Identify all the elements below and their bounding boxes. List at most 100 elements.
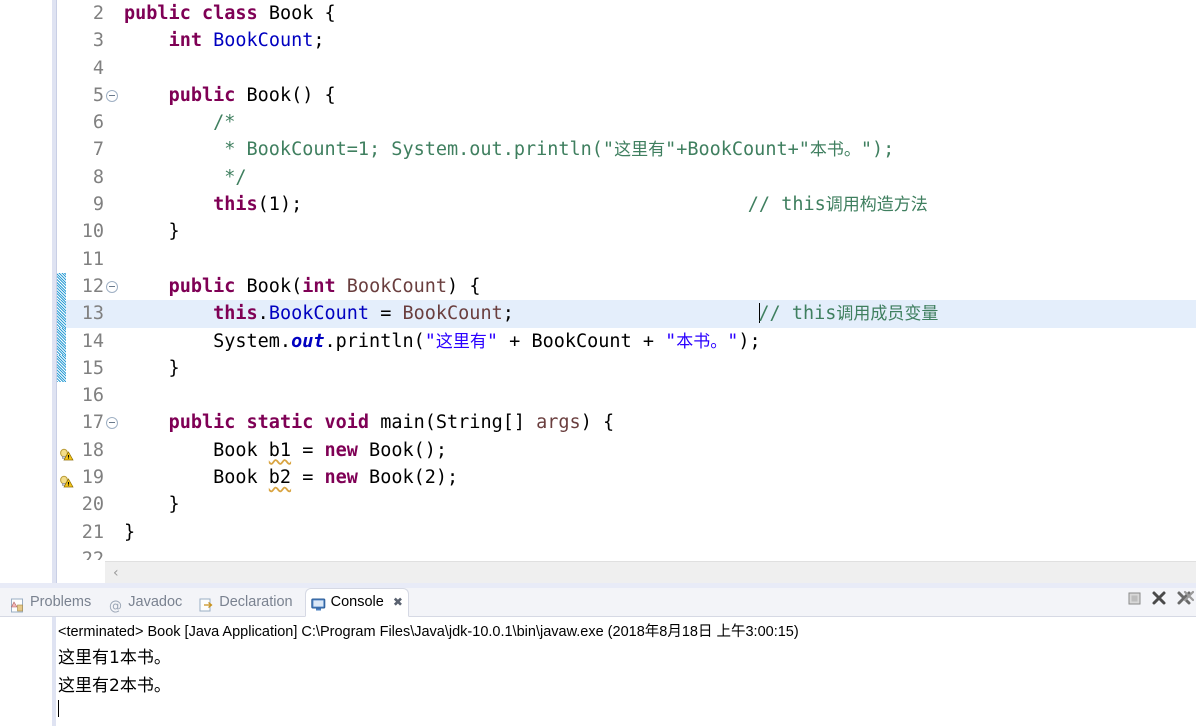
code-line-text: System.out.println("这里有" + BookCount + "… [124, 328, 761, 355]
code-line[interactable]: 8 */ [57, 164, 1196, 191]
code-token: /* [213, 112, 236, 134]
console-caret [58, 700, 59, 717]
console-output-area[interactable]: <terminated> Book [Java Application] C:\… [0, 617, 1196, 726]
code-line[interactable]: 6 /* [57, 109, 1196, 136]
console-left-bar [52, 617, 56, 726]
code-editor[interactable]: 2 public class Book {3 int BookCount; 4 5 p… [0, 0, 1196, 583]
code-line[interactable]: 11 [57, 246, 1196, 273]
terminate-icon[interactable] [1127, 591, 1142, 611]
code-line[interactable]: 17 public static void main(String[] args… [57, 409, 1196, 436]
code-token: 这里有 [435, 331, 487, 352]
console-icon [310, 595, 326, 611]
code-line[interactable]: 7 * BookCount=1; System.out.println("这里有… [57, 136, 1196, 163]
tab-declaration[interactable]: Declaration [194, 588, 297, 616]
code-token: (1); [257, 194, 303, 216]
code-line[interactable]: 10 } [57, 218, 1196, 245]
line-number: 17 [81, 412, 104, 434]
code-line[interactable]: 22 [57, 546, 1196, 560]
code-token: . [257, 303, 269, 325]
hscroll-gutter-gap [57, 561, 105, 582]
code-line-text: } [124, 491, 180, 518]
code-token: Book(); [357, 439, 448, 461]
code-token: b2 [268, 467, 292, 489]
console-output-line: 这里有2本书。 [58, 676, 171, 696]
code-line[interactable]: 20 } [57, 491, 1196, 518]
code-line[interactable]: 12 public Book(int BookCount) { [57, 272, 1196, 301]
code-token: Book( [246, 275, 303, 297]
code-token: Book(2); [357, 467, 459, 489]
view-tab-bar[interactable]: Problems @ Javadoc Declaration Console ✖ [0, 588, 1196, 617]
code-token: this [213, 303, 258, 325]
code-lines-container[interactable]: 2 public class Book {3 int BookCount; 4 5 p… [57, 0, 1196, 560]
code-line[interactable]: 9 this(1); // this调用构造方法 [57, 191, 1196, 218]
tab-label: Problems [30, 594, 92, 610]
code-token: 这里有 [614, 140, 666, 161]
code-token: * BookCount=1; System.out.println(" [124, 139, 615, 161]
code-line-text: this(1); // this调用构造方法 [124, 191, 928, 218]
code-line-text: } [124, 218, 180, 245]
line-number: 10 [81, 221, 104, 243]
bottom-view-panel: Problems @ Javadoc Declaration Console ✖ [0, 583, 1196, 726]
code-token: class [201, 3, 258, 24]
code-token: = [291, 439, 325, 461]
code-token: this [791, 303, 837, 325]
code-line-text: public Book() { [124, 82, 336, 109]
line-number: 9 [92, 194, 104, 216]
code-line[interactable]: 4 [57, 55, 1196, 82]
code-token: = [291, 467, 325, 489]
code-line-text: this.BookCount = BookCount; // this调用成员变… [124, 300, 938, 327]
code-token: } [124, 357, 180, 379]
editor-horizontal-scrollbar[interactable]: ‹ [105, 561, 1196, 583]
code-token: ; [502, 303, 514, 325]
line-number: 18 [81, 439, 104, 461]
code-token: 调用成员变量 [836, 304, 939, 325]
tab-javadoc[interactable]: @ Javadoc [103, 588, 187, 616]
code-line[interactable]: 2 public class Book { [57, 0, 1196, 27]
line-number: 4 [92, 57, 104, 79]
code-token: "); [860, 139, 895, 161]
editor-left-padding [0, 0, 52, 583]
tab-close-icon[interactable]: ✖ [393, 589, 403, 616]
code-token: public [168, 412, 236, 434]
tab-console[interactable]: Console ✖ [304, 588, 409, 617]
fold-collapse-icon[interactable] [106, 89, 118, 102]
code-line[interactable]: 19 Book b2 = new Book(2); [57, 464, 1196, 491]
scroll-left-icon[interactable]: ‹ [113, 566, 119, 580]
code-token: Book [268, 3, 314, 24]
remove-all-launches-icon[interactable] [1176, 590, 1195, 611]
line-number: 16 [81, 385, 104, 407]
code-token: Book [124, 439, 269, 461]
fold-collapse-icon[interactable] [106, 417, 118, 430]
code-line[interactable]: 13 this.BookCount = BookCount; // this调用… [57, 300, 1196, 328]
code-line[interactable]: 3 int BookCount; [57, 27, 1196, 54]
code-token: BookCount [402, 303, 503, 325]
code-token: " [486, 330, 499, 352]
tab-problems[interactable]: Problems [5, 588, 96, 616]
remove-launch-icon[interactable] [1151, 590, 1167, 611]
code-line[interactable]: 5 public Book() { [57, 82, 1196, 109]
code-line[interactable]: 16 [57, 382, 1196, 409]
code-token: System. [124, 330, 292, 352]
code-line[interactable]: 15 } [57, 354, 1196, 383]
code-token: + BookCount + [498, 330, 666, 352]
code-line-text: Book b2 = new Book(2); [124, 464, 458, 491]
code-line[interactable]: 21} [57, 519, 1196, 546]
code-line[interactable]: 14 System.out.println("这里有" + BookCount … [57, 327, 1196, 355]
code-token: this [781, 194, 826, 216]
console-toolbar[interactable] [1127, 590, 1195, 611]
fold-collapse-icon[interactable] [106, 280, 118, 293]
code-token: b1 [268, 439, 292, 461]
declaration-icon [199, 595, 214, 611]
code-token: ) { [447, 275, 481, 297]
line-number: 15 [81, 357, 104, 379]
code-token: static [246, 412, 314, 434]
code-line[interactable]: 18 Book b1 = new Book(); [57, 437, 1196, 464]
